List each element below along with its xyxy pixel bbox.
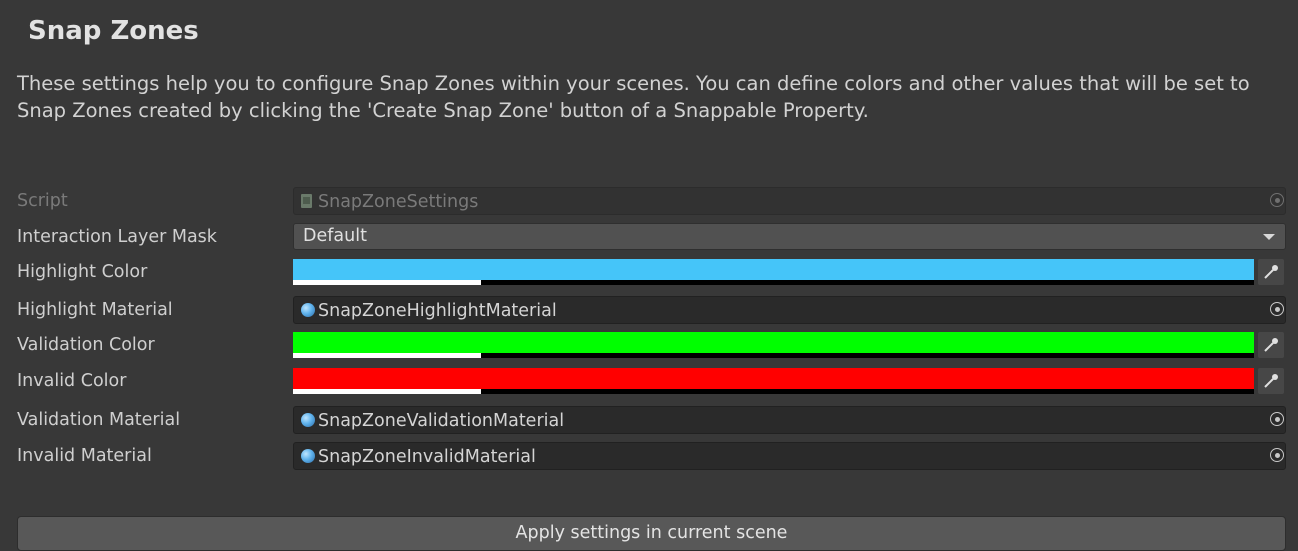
highlight-material-row: Highlight Material SnapZoneHighlightMate…: [0, 293, 1298, 327]
invalid-material-label: Invalid Material: [17, 446, 152, 466]
snap-zones-inspector: Snap Zones These settings help you to co…: [0, 0, 1298, 551]
object-picker-icon[interactable]: [1270, 412, 1284, 426]
script-row: Script SnapZoneSettings: [0, 184, 1298, 218]
validation-material-field[interactable]: SnapZoneValidationMaterial: [293, 406, 1286, 434]
highlight-material-label: Highlight Material: [17, 300, 173, 320]
material-sphere-icon: [301, 413, 315, 427]
script-file-icon: [301, 194, 312, 208]
script-value: SnapZoneSettings: [318, 192, 479, 212]
highlight-material-value: SnapZoneHighlightMaterial: [318, 301, 557, 321]
highlight-color-field[interactable]: [293, 259, 1254, 285]
invalid-color-label: Invalid Color: [17, 371, 127, 391]
highlight-color-row: Highlight Color: [0, 255, 1298, 289]
eyedropper-button[interactable]: [1258, 332, 1284, 358]
invalid-color-field[interactable]: [293, 368, 1254, 394]
material-sphere-icon: [301, 303, 315, 317]
interaction-layer-mask-dropdown[interactable]: Default: [293, 223, 1286, 250]
material-sphere-icon: [301, 449, 315, 463]
script-label: Script: [17, 191, 68, 211]
apply-settings-button[interactable]: Apply settings in current scene: [17, 516, 1286, 551]
invalid-material-value: SnapZoneInvalidMaterial: [318, 447, 536, 467]
interaction-layer-mask-row: Interaction Layer Mask Default: [0, 220, 1298, 254]
validation-color-field[interactable]: [293, 332, 1254, 358]
validation-color-row: Validation Color: [0, 328, 1298, 362]
highlight-color-swatch: [293, 259, 1254, 280]
invalid-material-row: Invalid Material SnapZoneInvalidMaterial: [0, 439, 1298, 473]
validation-color-swatch: [293, 332, 1254, 353]
dropdown-arrow-icon: [1263, 234, 1275, 240]
eyedropper-icon: [1264, 374, 1278, 388]
script-field: SnapZoneSettings: [293, 187, 1286, 215]
alpha-bar-fill: [293, 389, 481, 394]
validation-material-row: Validation Material SnapZoneValidationMa…: [0, 403, 1298, 437]
object-picker-icon: [1270, 193, 1284, 207]
highlight-color-label: Highlight Color: [17, 262, 148, 282]
highlight-material-field[interactable]: SnapZoneHighlightMaterial: [293, 296, 1286, 324]
interaction-layer-mask-label: Interaction Layer Mask: [17, 227, 217, 247]
alpha-bar-fill: [293, 353, 481, 358]
validation-material-label: Validation Material: [17, 410, 181, 430]
validation-material-value: SnapZoneValidationMaterial: [318, 411, 565, 431]
eyedropper-button[interactable]: [1258, 259, 1284, 285]
eyedropper-button[interactable]: [1258, 368, 1284, 394]
section-title: Snap Zones: [28, 16, 199, 46]
eyedropper-icon: [1264, 265, 1278, 279]
object-picker-icon[interactable]: [1270, 302, 1284, 316]
invalid-color-row: Invalid Color: [0, 364, 1298, 398]
validation-color-label: Validation Color: [17, 335, 155, 355]
alpha-bar-fill: [293, 280, 481, 285]
invalid-color-swatch: [293, 368, 1254, 389]
section-description: These settings help you to configure Sna…: [17, 72, 1250, 122]
interaction-layer-mask-value: Default: [303, 226, 367, 246]
eyedropper-icon: [1264, 338, 1278, 352]
object-picker-icon[interactable]: [1270, 448, 1284, 462]
invalid-material-field[interactable]: SnapZoneInvalidMaterial: [293, 442, 1286, 470]
